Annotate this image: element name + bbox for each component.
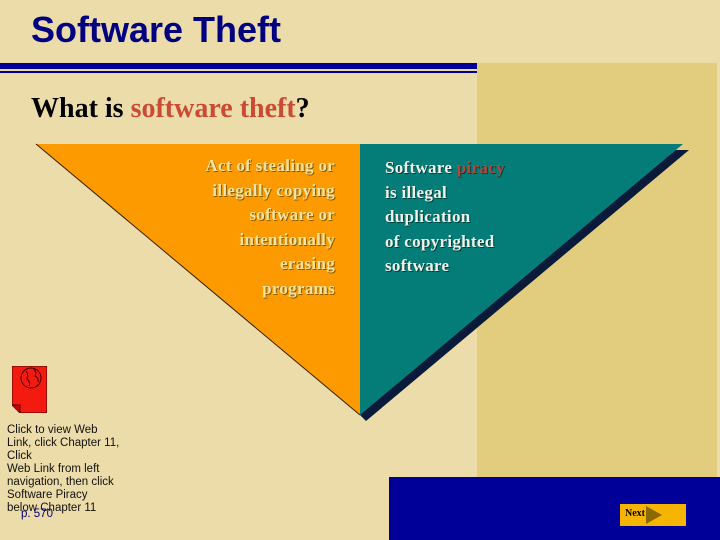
instruction-line: navigation, then click: [7, 476, 114, 488]
definition-line: Software piracy: [385, 156, 585, 181]
page-reference: p. 570: [21, 508, 53, 520]
instruction-line: Web Link from left: [7, 463, 100, 475]
instruction-line: Software Piracy: [7, 489, 88, 501]
instruction-line: Link, click Chapter 11,: [7, 437, 120, 449]
definition-line: illegally copying: [212, 180, 335, 200]
definition-line: of copyrighted: [385, 231, 495, 251]
instruction-line: Click to view Web: [7, 424, 98, 436]
definition-line: intentionally: [239, 229, 335, 249]
definition-line: erasing: [280, 254, 335, 273]
definition-line: Act of stealing or: [205, 156, 335, 175]
piracy-highlight: piracy: [456, 158, 505, 177]
web-link-globe-icon[interactable]: [11, 365, 48, 414]
definition-software-piracy: Software piracy is illegal duplication o…: [385, 156, 585, 279]
definition-software-theft: Act of stealing or illegally copying sof…: [160, 154, 335, 301]
definition-line: is illegal: [385, 182, 448, 202]
instruction-line: Click: [7, 450, 32, 462]
next-button-label: Next: [625, 508, 645, 519]
web-link-instructions: Click to view Web Link, click Chapter 11…: [7, 424, 147, 515]
definition-line: software: [385, 256, 450, 275]
definition-line: programs: [262, 278, 335, 298]
next-button[interactable]: Next: [620, 504, 686, 526]
definition-line: software or: [249, 205, 335, 224]
piracy-prefix: Software: [385, 158, 457, 177]
play-arrow-icon: [646, 506, 662, 524]
definition-line: duplication: [385, 207, 471, 226]
